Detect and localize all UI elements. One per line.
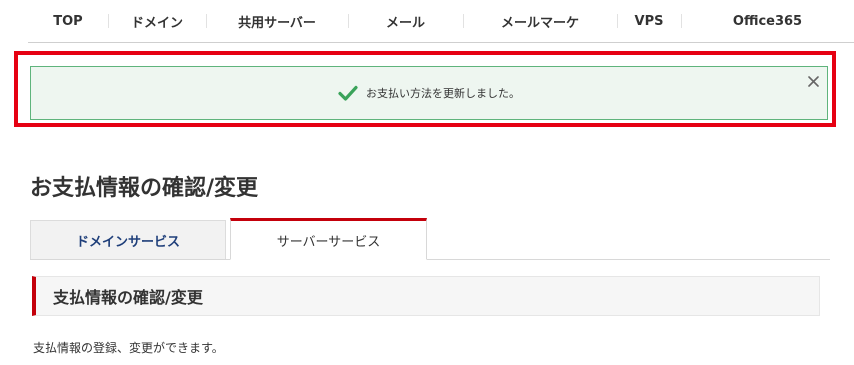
- close-icon[interactable]: [805, 73, 821, 89]
- nav-item-vps[interactable]: VPS: [617, 0, 681, 42]
- section-description: 支払情報の登録、変更ができます。: [33, 341, 224, 355]
- nav-item-mail[interactable]: メール: [348, 0, 463, 42]
- nav-item-top[interactable]: TOP: [28, 0, 108, 42]
- section-header: 支払情報の確認/変更: [32, 276, 820, 316]
- nav-item-domain[interactable]: ドメイン: [108, 0, 206, 42]
- check-icon: [338, 84, 358, 102]
- nav-item-mail-marketing[interactable]: メールマーケ: [463, 0, 617, 42]
- page-title: お支払情報の確認/変更: [30, 176, 259, 201]
- nav-item-office365[interactable]: Office365: [681, 0, 854, 42]
- nav-item-shared-server[interactable]: 共用サーバー: [206, 0, 348, 42]
- success-notice: お支払い方法を更新しました。: [30, 66, 828, 120]
- service-tabs: ドメインサービス サーバーサービス: [30, 218, 830, 260]
- notice-highlight-frame: お支払い方法を更新しました。: [14, 51, 836, 127]
- tab-domain-service[interactable]: ドメインサービス: [30, 220, 226, 259]
- notice-message: お支払い方法を更新しました。: [366, 87, 520, 100]
- tab-server-service[interactable]: サーバーサービス: [230, 218, 427, 260]
- section-title: 支払情報の確認/変更: [53, 288, 203, 307]
- top-navigation: TOP ドメイン 共用サーバー メール メールマーケ VPS Office365: [28, 0, 854, 43]
